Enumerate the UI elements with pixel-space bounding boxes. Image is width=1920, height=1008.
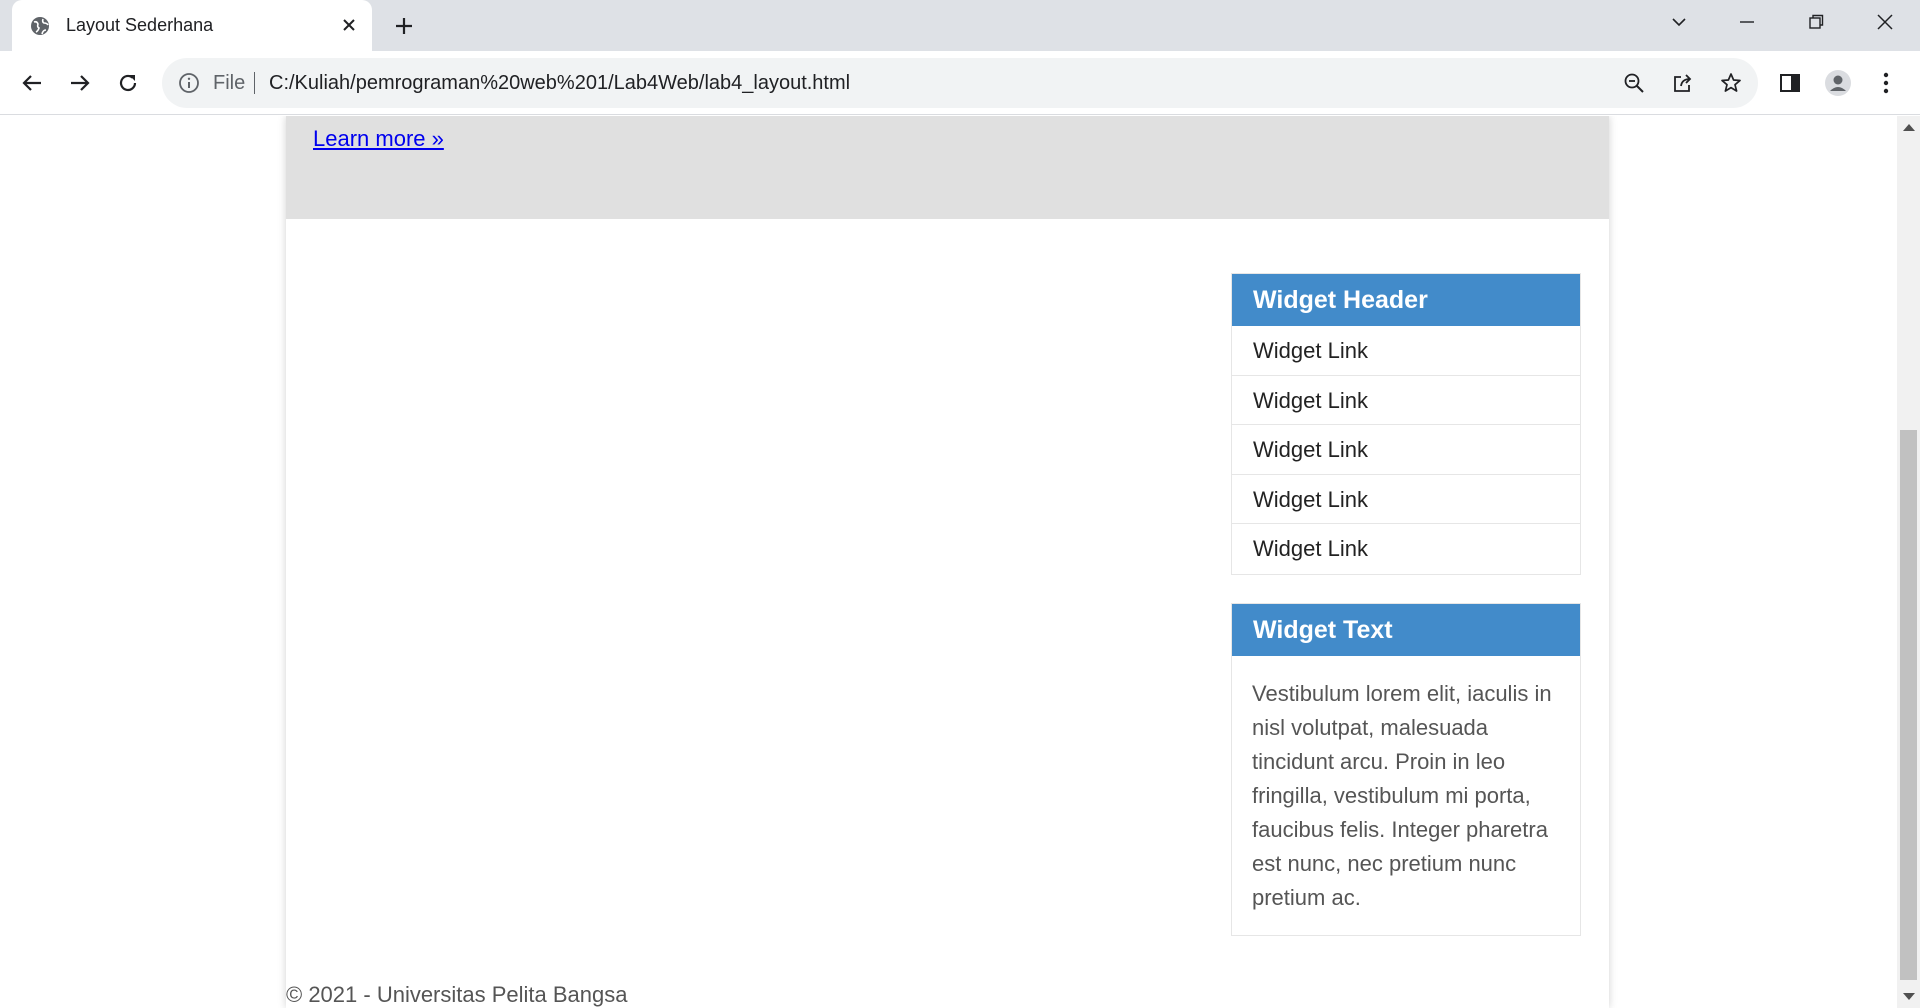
- zoom-icon[interactable]: [1622, 71, 1646, 95]
- tab-strip: Layout Sederhana: [0, 0, 1920, 51]
- widget-link[interactable]: Widget Link: [1232, 475, 1580, 524]
- footer-copyright: © 2021 - Universitas Pelita Bangsa: [286, 982, 628, 1007]
- widget-text-body: Vestibulum lorem elit, iaculis in nisl v…: [1252, 681, 1552, 910]
- widget-header: Widget Header: [1232, 274, 1580, 326]
- menu-kebab-icon[interactable]: [1872, 69, 1900, 97]
- page-viewport: Learn more » Widget Header Widget Link W…: [0, 116, 1897, 1008]
- close-tab-icon[interactable]: [337, 13, 361, 37]
- address-bar[interactable]: File C:/Kuliah/pemrograman%20web%201/Lab…: [162, 58, 1758, 108]
- scroll-up-arrow-icon[interactable]: [1903, 124, 1915, 131]
- widget-text-header: Widget Text: [1232, 604, 1580, 656]
- widget-link[interactable]: Widget Link: [1232, 376, 1580, 425]
- learn-more-link[interactable]: Learn more »: [313, 126, 444, 152]
- tab-search-chevron-icon[interactable]: [1661, 8, 1697, 36]
- globe-icon: [30, 16, 50, 36]
- share-icon[interactable]: [1671, 71, 1695, 95]
- minimize-icon[interactable]: [1729, 8, 1765, 36]
- bookmark-star-icon[interactable]: [1719, 71, 1743, 95]
- scroll-down-arrow-icon[interactable]: [1903, 993, 1915, 1000]
- scheme-label: File: [213, 72, 246, 94]
- tab-title: Layout Sederhana: [66, 15, 214, 35]
- browser-tab[interactable]: Layout Sederhana: [12, 0, 372, 51]
- back-icon[interactable]: [16, 67, 48, 99]
- widget-link[interactable]: Widget Link: [1232, 524, 1580, 574]
- profile-avatar-icon[interactable]: [1824, 69, 1852, 97]
- new-tab-icon[interactable]: [390, 12, 418, 40]
- site-info-icon[interactable]: [178, 72, 200, 94]
- address-separator: [254, 72, 255, 94]
- widget-links: Widget Header Widget Link Widget Link Wi…: [1231, 273, 1581, 575]
- widget-link[interactable]: Widget Link: [1232, 425, 1580, 475]
- hero-section: Learn more »: [286, 116, 1609, 219]
- reload-icon[interactable]: [112, 67, 144, 99]
- restore-icon[interactable]: [1798, 8, 1834, 36]
- widget-text: Widget Text Vestibulum lorem elit, iacul…: [1231, 603, 1581, 936]
- url-text[interactable]: C:/Kuliah/pemrograman%20web%201/Lab4Web/…: [269, 72, 850, 95]
- page-container: Learn more » Widget Header Widget Link W…: [286, 116, 1609, 1008]
- forward-icon[interactable]: [64, 67, 96, 99]
- side-panel-icon[interactable]: [1776, 69, 1804, 97]
- scroll-thumb[interactable]: [1900, 430, 1917, 980]
- vertical-scrollbar[interactable]: [1897, 116, 1920, 1008]
- close-window-icon[interactable]: [1867, 8, 1903, 36]
- widget-link[interactable]: Widget Link: [1232, 326, 1580, 376]
- browser-toolbar: File C:/Kuliah/pemrograman%20web%201/Lab…: [0, 51, 1920, 115]
